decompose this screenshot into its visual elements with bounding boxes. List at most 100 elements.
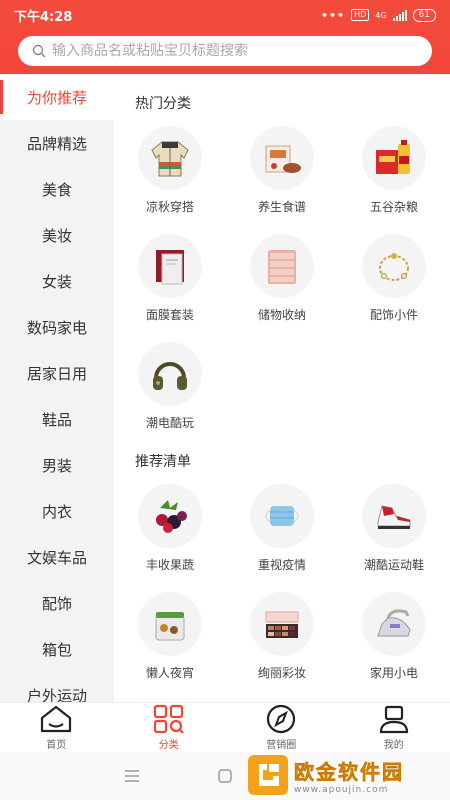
sidebar-item-shoes[interactable]: 鞋品 [0,396,114,442]
sidebar-item-home[interactable]: 居家日用 [0,350,114,396]
sidebar-item-label: 配饰 [41,594,72,613]
list-tile[interactable]: 重视疫情 [226,484,338,592]
profile-icon [379,705,408,734]
list-tile[interactable]: 丰收果蔬 [114,484,226,592]
category-tile[interactable]: 面膜套装 [114,234,226,342]
recommend-list-grid: 丰收果蔬 重视疫情 潮酷运动鞋 懒人夜宵 绚丽彩妆 家用小电 [114,484,450,700]
sidebar-item-womens[interactable]: 女装 [0,258,114,304]
sidebar-item-label: 文娱车品 [26,548,87,567]
tab-marketing[interactable]: 营销圈 [225,703,338,752]
sidebar-item-label: 为你推荐 [26,88,87,107]
sidebar-item-label: 户外运动 [26,686,87,703]
hot-category-grid: 凉秋穿搭 养生食谱 五谷杂粮 面膜套装 储物收纳 配饰小件 潮电酷玩 [114,126,450,450]
headphones-icon [138,342,202,406]
list-label: 绚丽彩妆 [257,666,306,680]
sidebar-item-label: 美妆 [41,226,72,245]
category-tile[interactable]: 配饰小件 [338,234,450,342]
mask-box-icon [138,234,202,298]
search-bar[interactable] [18,36,432,66]
hd-badge: HD [351,9,370,21]
list-tile[interactable]: 潮酷运动鞋 [338,484,450,592]
status-time: 下午4:28 [14,9,73,25]
category-label: 潮电酷玩 [145,416,194,430]
eyeshadow-palette-icon [250,592,314,656]
bottom-tab-bar: 首页 分类 营销圈 我的 [0,702,450,752]
menu-icon[interactable] [124,769,140,783]
category-tile[interactable]: 潮电酷玩 [114,342,226,450]
compass-icon [267,704,296,734]
tab-label: 我的 [383,740,404,751]
category-tile[interactable]: 凉秋穿搭 [114,126,226,234]
category-tile[interactable]: 储物收纳 [226,234,338,342]
category-tile[interactable]: 养生食谱 [226,126,338,234]
sidebar-item-label: 内衣 [41,502,72,521]
jacket-icon [138,126,202,190]
list-label: 潮酷运动鞋 [363,558,424,572]
tab-category[interactable]: 分类 [113,703,226,752]
steam-iron-icon [362,592,426,656]
food-package-icon [250,126,314,190]
signal-icon [392,9,407,21]
search-input[interactable] [52,43,432,59]
category-content: 热门分类 凉秋穿搭 养生食谱 五谷杂粮 面膜套装 储物收纳 配饰小件 潮电酷玩 … [114,74,450,702]
sidebar-item-recommend[interactable]: 为你推荐 [0,74,114,120]
sidebar-item-outdoor[interactable]: 户外运动 [0,672,114,703]
category-label: 储物收纳 [257,308,306,322]
face-mask-icon [250,484,314,548]
list-tile[interactable]: 懒人夜宵 [114,592,226,700]
watermark-title: 欧金软件园 [294,759,404,784]
notification-dots: ••• [320,8,346,22]
grain-oil-icon [362,126,426,190]
list-tile[interactable]: 绚丽彩妆 [226,592,338,700]
sidebar-item-entertainment[interactable]: 文娱车品 [0,534,114,580]
sidebar-item-label: 箱包 [41,640,72,659]
battery-level: 61 [418,9,430,20]
drawer-cabinet-icon [250,234,314,298]
tab-label: 首页 [46,740,67,751]
tab-home[interactable]: 首页 [0,703,113,752]
sidebar-item-mens[interactable]: 男装 [0,442,114,488]
list-label: 丰收果蔬 [145,558,194,572]
snack-box-icon [138,592,202,656]
sidebar-item-label: 品牌精选 [26,134,87,153]
sidebar-item-label: 数码家电 [26,318,87,337]
section-title: 推荐清单 [135,454,191,470]
category-label: 面膜套装 [145,308,194,322]
list-label: 家用小电 [369,666,418,680]
sidebar-item-brands[interactable]: 品牌精选 [0,120,114,166]
sidebar-item-digital[interactable]: 数码家电 [0,304,114,350]
category-tile[interactable]: 五谷杂粮 [338,126,450,234]
tab-label: 分类 [158,740,179,751]
category-label: 凉秋穿搭 [145,200,194,214]
berries-icon [138,484,202,548]
tab-label: 营销圈 [266,740,297,751]
sneaker-icon [362,484,426,548]
category-sidebar: 为你推荐 品牌精选 美食 美妆 女装 数码家电 居家日用 鞋品 男装 内衣 文娱… [0,74,114,702]
bracelet-icon [362,234,426,298]
network-label: 4G [375,10,387,20]
category-label: 配饰小件 [369,308,418,322]
section-title: 热门分类 [135,96,191,112]
sidebar-item-bags[interactable]: 箱包 [0,626,114,672]
watermark-icon [248,755,288,795]
tab-profile[interactable]: 我的 [338,703,450,752]
sidebar-item-food[interactable]: 美食 [0,166,114,212]
status-bar: 下午4:28 ••• HD 4G 61 [0,0,450,30]
sidebar-item-label: 鞋品 [41,410,72,429]
sidebar-item-label: 美食 [41,180,72,199]
watermark-logo: 欧金软件园 www.apoujin.com [248,752,444,798]
category-label: 五谷杂粮 [369,200,418,214]
home-square-icon[interactable] [218,769,232,783]
sidebar-item-label: 男装 [41,456,72,475]
header [0,30,450,74]
list-label: 懒人夜宵 [145,666,194,680]
sidebar-item-accessories[interactable]: 配饰 [0,580,114,626]
sidebar-item-label: 居家日用 [26,364,87,383]
sidebar-item-makeup[interactable]: 美妆 [0,212,114,258]
list-tile[interactable]: 家用小电 [338,592,450,700]
sidebar-item-underwear[interactable]: 内衣 [0,488,114,534]
home-icon [41,705,72,733]
list-label: 重视疫情 [257,558,306,572]
category-icon [153,704,184,734]
category-label: 养生食谱 [257,200,306,214]
